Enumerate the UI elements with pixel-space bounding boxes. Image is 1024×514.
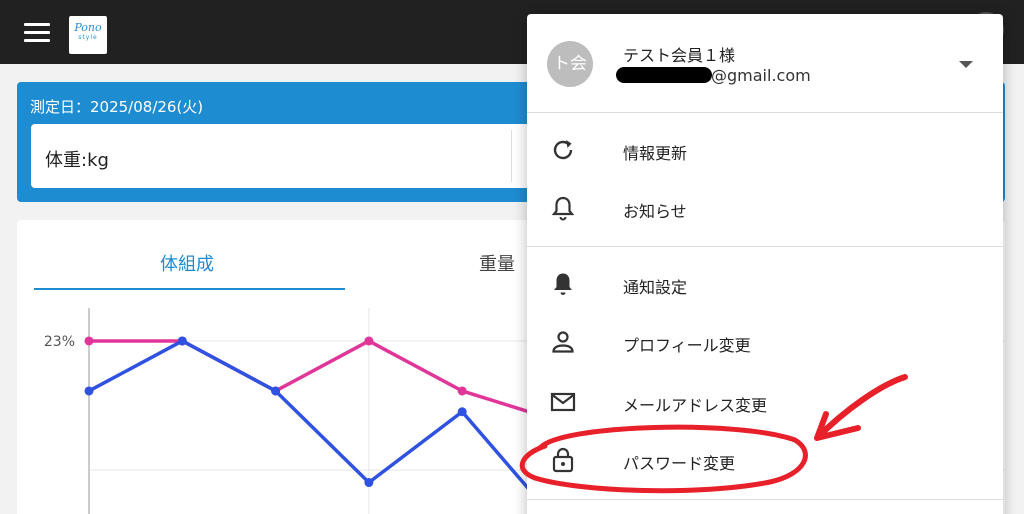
menu-item-refresh-info[interactable]: 情報更新	[527, 122, 1003, 178]
lock-icon	[552, 447, 574, 473]
bell-outline-icon	[551, 196, 575, 221]
logo-subtext: style	[78, 34, 98, 41]
menu-divider	[527, 112, 1003, 113]
menu-divider	[527, 499, 1003, 500]
user-avatar: ト会	[547, 41, 593, 87]
menu-divider	[527, 246, 1003, 247]
menu-item-notification-settings[interactable]: 通知設定	[527, 256, 1003, 312]
data-point	[177, 336, 187, 346]
menu-item-profile[interactable]: プロフィール変更	[527, 314, 1003, 370]
menu-item-label: お知らせ	[623, 202, 687, 221]
account-menu: ト会 テスト会員１様 @gmail.com 情報更新 お知らせ 通知設定 プロフ…	[527, 14, 1003, 514]
menu-item-change-email[interactable]: メールアドレス変更	[527, 374, 1003, 430]
logo-text: Pono	[74, 21, 102, 34]
menu-item-label: 通知設定	[623, 278, 688, 297]
menu-item-change-password[interactable]: パスワード変更	[527, 432, 1003, 488]
menu-account-header: ト会 テスト会員１様 @gmail.com	[527, 14, 1003, 112]
account-expand-icon[interactable]	[959, 61, 973, 68]
measurement-date: 測定日：2025/08/26(火)	[30, 98, 204, 116]
refresh-icon	[553, 140, 573, 160]
bell-filled-icon	[554, 273, 572, 295]
weight-input-field[interactable]: 体重:kg	[31, 124, 531, 188]
data-point	[84, 336, 94, 346]
data-point	[271, 386, 281, 396]
data-point	[84, 386, 94, 396]
email-redaction-mark	[616, 67, 712, 83]
menu-item-label: メールアドレス変更	[623, 396, 768, 415]
field-divider	[511, 130, 512, 182]
data-point	[364, 478, 374, 488]
menu-item-label: パスワード変更	[623, 454, 736, 473]
weight-label: 体重:kg	[45, 150, 109, 171]
mail-icon	[550, 392, 576, 412]
menu-item-notices[interactable]: お知らせ	[527, 180, 1003, 236]
app-logo[interactable]: Pono style	[69, 16, 107, 54]
menu-item-label: 情報更新	[623, 144, 688, 163]
hamburger-menu-icon[interactable]	[24, 23, 50, 42]
data-point	[457, 407, 467, 417]
user-name: テスト会員１様	[623, 46, 736, 65]
data-point	[457, 386, 467, 396]
menu-item-label: プロフィール変更	[623, 336, 751, 355]
user-email: @gmail.com	[711, 66, 811, 85]
data-point	[364, 336, 374, 346]
person-icon	[552, 331, 574, 353]
y-tick-label: 23%	[44, 334, 75, 350]
